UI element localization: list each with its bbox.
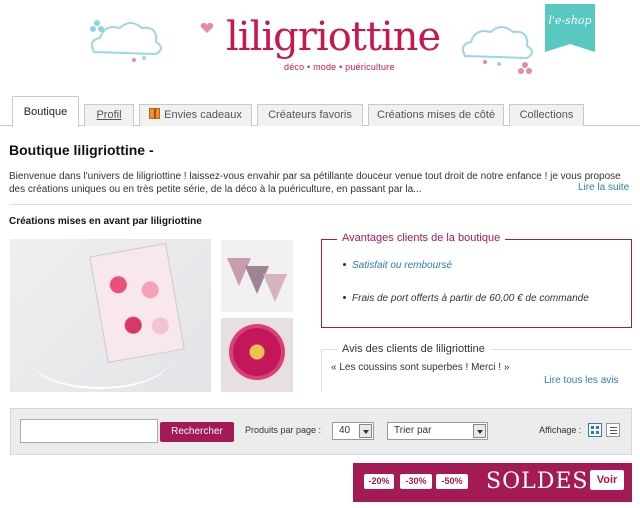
sort-value: Trier par [394,425,432,436]
tab-label: Envies cadeaux [164,109,242,121]
grid-view-icon[interactable] [588,423,602,437]
reviews-title: Avis des clients de liligriottine [337,343,490,355]
per-page-value: 40 [339,425,351,436]
bunting-flag [245,266,269,294]
bow-shape [178,377,196,387]
tab-envies-cadeaux[interactable]: Envies cadeaux [139,104,252,126]
all-reviews-link[interactable]: Lire tous les avis [544,375,618,386]
search-input[interactable] [20,419,158,443]
tab-creations-mises-de-cote[interactable]: Créations mises de côté [368,104,504,126]
chevron-down-icon [473,424,486,438]
featured-image-bunting[interactable] [221,240,293,312]
read-more-link[interactable]: Lire la suite [578,182,629,193]
bullet-icon [343,263,346,266]
eshop-badge: l'e-shop [545,4,595,52]
header: liligriottine déco • mode • puériculture… [0,0,640,92]
advantage-text: Satisfait ou remboursé [352,260,453,271]
advantage-item: Frais de port offerts à partir de 60,00 … [343,293,589,304]
tab-label: Profil [96,109,122,121]
chevron-down-icon [359,424,372,438]
tab-bar: Boutique Profil Envies cadeaux Créateurs… [0,94,640,127]
bunting-flag [263,274,287,302]
flower-left-icon [90,20,104,32]
sales-title: SOLDES [486,469,589,494]
view-label: Affichage : [539,425,582,435]
heart-icon [200,23,214,33]
featured-image-kite[interactable] [10,239,211,392]
tab-profil[interactable]: Profil [84,104,134,126]
gift-icon [149,108,161,119]
advantages-title: Avantages clients de la boutique [337,232,506,244]
discount-tag: -50% [436,474,468,489]
advantage-item[interactable]: Satisfait ou remboursé [343,260,452,271]
sort-select[interactable]: Trier par [387,422,488,440]
logo[interactable]: liligriottine [226,14,441,60]
tab-label: Créations mises de côté [377,109,495,121]
discount-tag: -20% [364,474,394,489]
page-title: Boutique liligriottine - [9,142,154,158]
per-page-select[interactable]: 40 [332,422,374,440]
tab-boutique[interactable]: Boutique [12,96,79,127]
list-view-icon[interactable] [606,423,620,437]
tab-label: Boutique [23,106,68,118]
bullet-icon [343,296,346,299]
advantages-box [321,239,632,328]
shop-description: Bienvenue dans l'univers de liligriottin… [9,170,629,196]
tab-label: Créateurs favoris [268,109,352,121]
shop-description-text: Bienvenue dans l'univers de liligriottin… [9,171,621,195]
search-button[interactable]: Rechercher [160,422,234,442]
featured-image-flower[interactable] [221,318,293,392]
divider [9,204,632,205]
per-page-label: Produits par page : [245,425,322,435]
bow-shape [38,307,56,317]
kite-string [30,329,170,389]
flower-right-icon [518,62,532,74]
tab-label: Collections [519,109,574,121]
sales-view-button[interactable]: Voir [590,470,624,490]
tab-collections[interactable]: Collections [509,104,584,126]
cloud-right-icon [462,26,533,66]
tab-createurs-favoris[interactable]: Créateurs favoris [257,104,363,126]
review-quote: « Les coussins sont superbes ! Merci ! » [331,362,510,373]
fabric-flower [229,324,285,380]
logo-tagline: déco • mode • puériculture [284,62,395,72]
advantage-text: Frais de port offerts à partir de 60,00 … [352,293,589,304]
discount-tag: -30% [400,474,432,489]
bunting-flag [227,258,251,286]
featured-title: Créations mises en avant par liligriotti… [9,216,202,227]
